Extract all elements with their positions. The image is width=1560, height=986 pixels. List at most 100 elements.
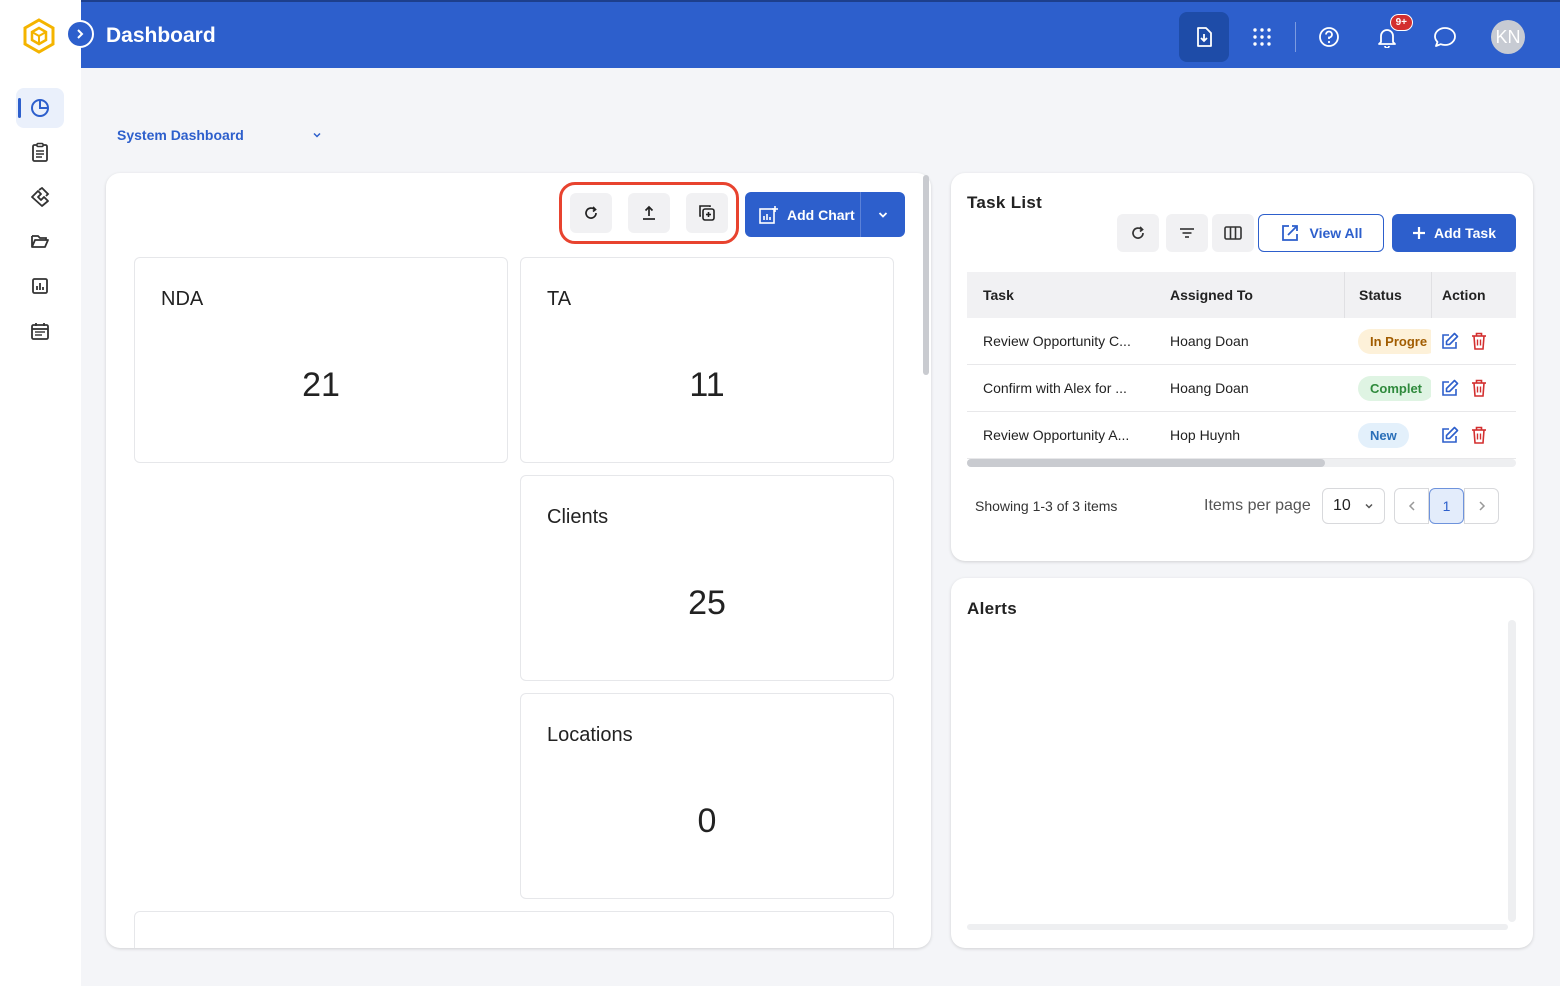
task-table-header: Task Assigned To Status Action <box>967 272 1516 318</box>
scrollbar-thumb[interactable] <box>967 459 1325 467</box>
apps-menu-button[interactable] <box>1237 12 1287 62</box>
alerts-title: Alerts <box>967 599 1017 618</box>
cell-action <box>1431 379 1516 397</box>
sidebar <box>0 0 81 986</box>
header-divider <box>1295 22 1296 52</box>
items-per-page-value: 10 <box>1333 497 1351 514</box>
column-header-status[interactable]: Status <box>1344 272 1431 318</box>
add-task-label: Add Task <box>1434 225 1496 241</box>
kpi-card-locations[interactable]: Locations 0 <box>520 693 894 899</box>
highlight-ring <box>559 182 739 244</box>
column-header-task[interactable]: Task <box>967 287 1170 303</box>
cell-status: New <box>1344 422 1431 448</box>
chevron-left-icon <box>1407 500 1417 512</box>
kpi-label: TA <box>547 288 572 310</box>
user-avatar[interactable]: KN <box>1491 20 1525 54</box>
add-chart-button[interactable]: Add Chart <box>745 192 860 237</box>
edit-icon[interactable] <box>1441 332 1459 350</box>
sidebar-expand-button[interactable] <box>66 20 94 48</box>
download-button[interactable] <box>1179 12 1229 62</box>
chat-button[interactable] <box>1420 12 1470 62</box>
plus-icon <box>1412 226 1426 240</box>
cell-assigned: Hoang Doan <box>1170 333 1249 349</box>
edit-icon[interactable] <box>1441 379 1459 397</box>
pagination-next-button[interactable] <box>1464 488 1499 524</box>
cell-action <box>1431 332 1516 350</box>
add-chart-label: Add Chart <box>787 206 855 223</box>
alerts-vertical-scrollbar[interactable] <box>1508 620 1516 922</box>
cell-task: Review Opportunity C... <box>983 333 1131 349</box>
calendar-icon <box>30 321 50 341</box>
pagination-summary: Showing 1-3 of 3 items <box>975 498 1118 514</box>
add-task-button[interactable]: Add Task <box>1392 214 1516 252</box>
app-logo-icon[interactable] <box>22 18 56 54</box>
cell-action <box>1431 426 1516 444</box>
help-button[interactable] <box>1304 12 1354 62</box>
task-list-title: Task List <box>967 193 1043 212</box>
add-chart-dropdown-button[interactable] <box>861 209 905 221</box>
cell-task: Confirm with Alex for ... <box>983 380 1127 396</box>
alerts-horizontal-scrollbar[interactable] <box>967 924 1508 930</box>
column-header-assigned[interactable]: Assigned To <box>1170 287 1344 303</box>
task-list-panel: Task List View All Add Task Task Assigne… <box>951 173 1533 561</box>
chat-bubble-icon <box>1433 26 1457 48</box>
filter-icon <box>1179 226 1195 240</box>
kpi-card-clients[interactable]: Clients 25 <box>520 475 894 681</box>
add-chart-split-button[interactable]: Add Chart <box>745 192 905 237</box>
dashboard-select[interactable]: System Dashboard <box>117 127 322 143</box>
kpi-card-nda[interactable]: NDA 21 <box>134 257 508 463</box>
handshake-icon <box>30 187 50 207</box>
chart-add-icon <box>759 205 779 224</box>
refresh-icon <box>1130 225 1146 241</box>
column-header-action: Action <box>1431 272 1516 318</box>
table-row[interactable]: Confirm with Alex for ... Hoang Doan Com… <box>967 365 1516 412</box>
sidebar-item-calendar[interactable] <box>16 311 64 351</box>
pagination-prev-button[interactable] <box>1394 488 1429 524</box>
trash-icon[interactable] <box>1471 426 1487 444</box>
sidebar-item-deals[interactable] <box>16 177 64 217</box>
task-table: Task Assigned To Status Action Review Op… <box>967 272 1516 459</box>
sidebar-item-tasks[interactable] <box>16 132 64 172</box>
cell-assigned: Hoang Doan <box>1170 380 1249 396</box>
trash-icon[interactable] <box>1471 379 1487 397</box>
task-filter-button[interactable] <box>1166 214 1208 252</box>
trash-icon[interactable] <box>1471 332 1487 350</box>
kpi-label: NDA <box>161 288 204 310</box>
charts-panel-scrollbar[interactable] <box>923 175 929 375</box>
task-table-horizontal-scrollbar[interactable] <box>967 459 1516 467</box>
items-per-page-label: Items per page <box>1204 497 1311 514</box>
kpi-value: 21 <box>302 366 340 404</box>
notifications-button[interactable]: 9+ <box>1362 12 1413 62</box>
task-columns-button[interactable] <box>1212 214 1254 252</box>
chevron-down-icon <box>312 130 322 140</box>
kpi-label: Clients <box>547 506 609 528</box>
items-per-page-select[interactable]: 10 <box>1322 488 1385 524</box>
columns-icon <box>1224 225 1242 241</box>
pie-chart-icon <box>30 98 50 118</box>
grid-dots-icon <box>1252 27 1272 47</box>
kpi-card-partial[interactable] <box>134 911 894 948</box>
sidebar-item-files[interactable] <box>16 221 64 261</box>
task-refresh-button[interactable] <box>1117 214 1159 252</box>
charts-panel: NDA 21 TA 11 Clients 25 Locations 0 <box>106 173 931 948</box>
clipboard-icon <box>30 142 50 162</box>
external-link-icon <box>1280 223 1300 243</box>
view-all-label: View All <box>1309 225 1363 241</box>
pagination-page-button[interactable]: 1 <box>1429 488 1464 524</box>
table-row[interactable]: Review Opportunity A... Hop Huynh New <box>967 412 1516 459</box>
kpi-value: 0 <box>697 802 717 840</box>
cell-task: Review Opportunity A... <box>983 427 1130 443</box>
edit-icon[interactable] <box>1441 426 1459 444</box>
kpi-card-ta[interactable]: TA 11 <box>520 257 894 463</box>
kpi-value: 25 <box>688 584 726 622</box>
sidebar-item-dashboard[interactable] <box>16 88 64 128</box>
cell-status: In Progre <box>1344 328 1431 354</box>
alerts-panel: Alerts <box>951 578 1533 948</box>
table-row[interactable]: Review Opportunity C... Hoang Doan In Pr… <box>967 318 1516 365</box>
page-title: Dashboard <box>106 24 216 47</box>
chevron-down-icon <box>1364 501 1374 511</box>
status-badge: Complet <box>1358 375 1431 401</box>
sidebar-item-reports[interactable] <box>16 266 64 306</box>
cell-status: Complet <box>1344 375 1431 401</box>
view-all-button[interactable]: View All <box>1258 214 1384 252</box>
